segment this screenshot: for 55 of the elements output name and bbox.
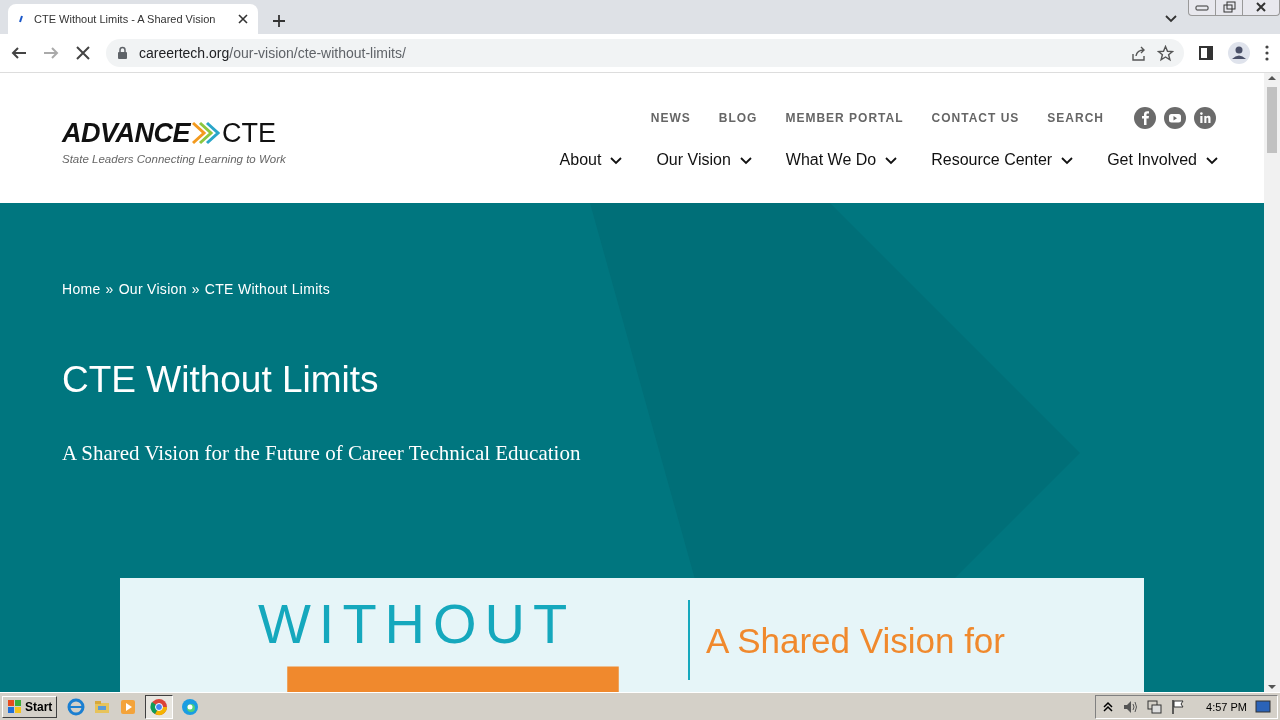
banner-tagline: A Shared Vision for xyxy=(706,620,1005,662)
chevron-down-icon xyxy=(1061,155,1074,165)
nav-menu-item[interactable]: About xyxy=(559,151,623,169)
address-bar[interactable]: careertech.org/our-vision/cte-without-limits/ xyxy=(106,39,1184,67)
new-tab-icon[interactable] xyxy=(272,14,286,28)
profile-icon[interactable] xyxy=(1228,42,1250,64)
start-button[interactable]: Start xyxy=(2,695,58,718)
video-icon[interactable] xyxy=(1164,107,1186,129)
url-text: careertech.org/our-vision/cte-without-limits/ xyxy=(139,45,406,61)
logo-tagline: State Leaders Connecting Learning to Work xyxy=(62,152,286,165)
utility-link[interactable]: CONTACT US xyxy=(931,111,1020,125)
nav-menu-item[interactable]: Get Involved xyxy=(1107,151,1218,169)
close-icon[interactable] xyxy=(236,12,250,26)
utility-link[interactable]: BLOG xyxy=(718,111,758,125)
chevrons-logo-icon xyxy=(192,120,220,146)
menu-icon[interactable] xyxy=(1264,44,1270,62)
chevron-down-icon xyxy=(739,155,752,165)
breadcrumb-link[interactable]: Home xyxy=(62,281,101,297)
chevron-down-icon xyxy=(610,155,623,165)
chevron-up-icon[interactable] xyxy=(1102,699,1115,714)
stop-icon[interactable] xyxy=(74,44,92,62)
chevron-down-icon xyxy=(1206,155,1218,165)
tab-title: CTE Without Limits - A Shared Vision xyxy=(34,13,217,25)
show-desktop-icon[interactable] xyxy=(1255,698,1271,715)
edge-icon[interactable] xyxy=(181,697,200,716)
flag-icon[interactable] xyxy=(1170,698,1187,715)
logo-suffix: CTE xyxy=(222,117,276,149)
network-icon[interactable] xyxy=(1146,698,1163,715)
utility-link[interactable]: MEMBER PORTAL xyxy=(785,111,904,125)
browser-e-icon[interactable] xyxy=(67,697,86,716)
nav-menu-item[interactable]: Our Vision xyxy=(656,151,752,169)
page-subtitle: A Shared Vision for the Future of Career Technical Education xyxy=(62,441,582,466)
nav-menu-item[interactable]: Resource Center xyxy=(931,151,1074,169)
breadcrumb-current: CTE Without Limits xyxy=(204,281,331,297)
page-title: CTE Without Limits xyxy=(62,359,380,401)
side-panel-icon[interactable] xyxy=(1198,45,1214,61)
breadcrumb-separator: » xyxy=(105,281,114,297)
facebook-icon[interactable] xyxy=(1134,107,1156,129)
clock-time: 4:57 PM xyxy=(1206,700,1247,713)
utility-link[interactable]: SEARCH xyxy=(1047,111,1104,125)
windows-logo-icon xyxy=(7,699,22,714)
banner-heading: WITHOUT xyxy=(258,596,576,652)
utility-link[interactable]: NEWS xyxy=(650,111,691,125)
lock-icon xyxy=(116,46,129,60)
linkedin-icon[interactable] xyxy=(1194,107,1216,129)
share-icon[interactable] xyxy=(1130,44,1147,62)
nav-menu-item[interactable]: What We Do xyxy=(785,151,898,169)
breadcrumb-separator: » xyxy=(191,281,200,297)
logo-wordmark: ADVANCE xyxy=(62,117,190,149)
star-icon[interactable] xyxy=(1157,44,1174,62)
chevron-down-icon xyxy=(885,155,898,165)
scrollbar-thumb[interactable] xyxy=(1267,87,1277,153)
breadcrumb-link[interactable]: Our Vision xyxy=(118,281,187,297)
chrome-icon[interactable] xyxy=(150,697,169,716)
browser-tab[interactable]: CTE Without Limits - A Shared Vision xyxy=(8,4,258,34)
